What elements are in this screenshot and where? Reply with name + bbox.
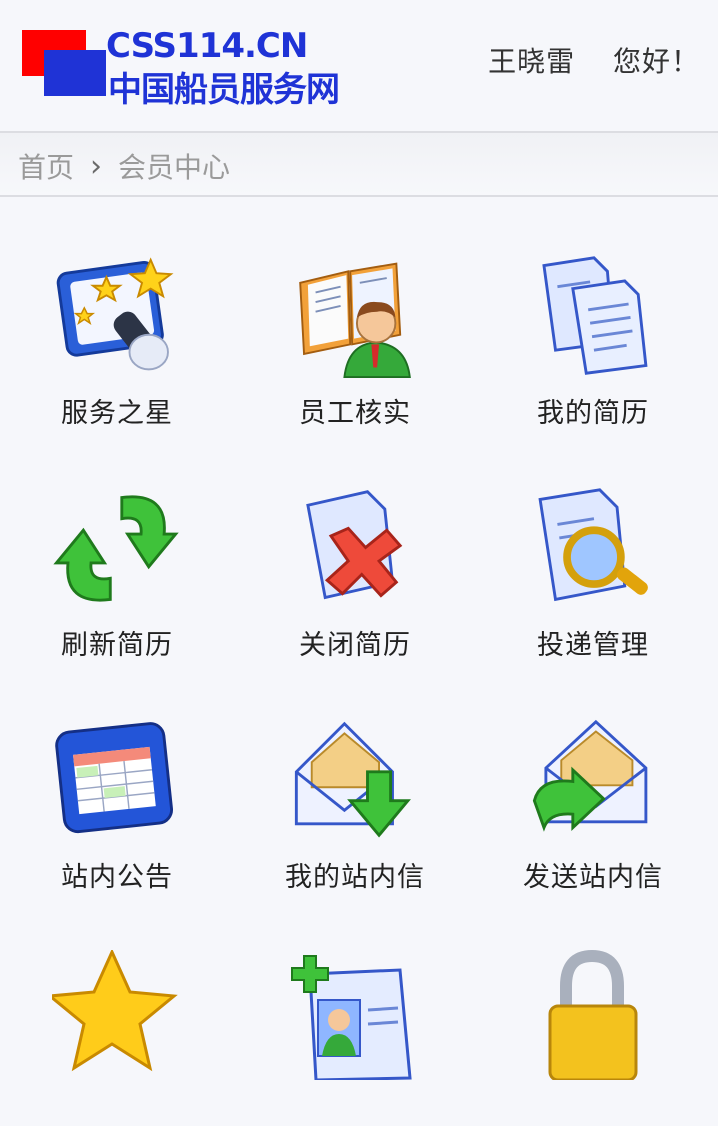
menu-item-refresh-resume[interactable]: 刷新简历 xyxy=(0,430,237,662)
breadcrumb-current: 会员中心 xyxy=(118,151,231,184)
menu-item-delivery-manage[interactable]: 投递管理 xyxy=(473,430,713,662)
menu-item-my-messages[interactable]: 我的站内信 xyxy=(235,662,475,894)
star-board-icon xyxy=(56,257,174,371)
user-name[interactable]: 王晓雷 xyxy=(488,45,575,78)
menu-item-label: 关闭简历 xyxy=(299,630,411,661)
menu-item-favorites[interactable] xyxy=(0,894,237,1126)
close-document-icon xyxy=(306,490,403,600)
lock-icon xyxy=(548,950,638,1080)
menu-item-site-notice[interactable]: 站内公告 xyxy=(0,662,237,894)
notice-table-icon xyxy=(55,722,174,834)
menu-item-label: 刷新简历 xyxy=(61,630,173,661)
menu-item-label: 服务之星 xyxy=(61,398,173,429)
breadcrumb-home[interactable]: 首页 xyxy=(18,146,74,186)
logo-english-text: CSS114.CN xyxy=(106,26,308,66)
refresh-arrows-icon xyxy=(53,495,179,602)
mail-send-icon xyxy=(532,719,648,832)
menu-item-label: 投递管理 xyxy=(537,630,649,661)
menu-item-security[interactable] xyxy=(473,894,713,1126)
menu-item-my-resume[interactable]: 我的简历 xyxy=(473,198,713,430)
menu-item-employee-verify[interactable]: 员工核实 xyxy=(235,198,475,430)
menu-item-close-resume[interactable]: 关闭简历 xyxy=(235,430,475,662)
breadcrumb-bar: 首页 › 会员中心 xyxy=(0,131,718,197)
breadcrumb: 首页 › 会员中心 xyxy=(18,146,230,186)
menu-item-add-contact[interactable] xyxy=(235,894,475,1126)
logo-chinese-text: 中国船员服务网 xyxy=(108,70,340,110)
chevron-right-icon: › xyxy=(90,148,103,184)
menu-item-label: 员工核实 xyxy=(299,398,411,429)
search-document-icon xyxy=(538,488,648,602)
add-contact-icon xyxy=(291,955,412,1080)
menu-item-service-star[interactable]: 服务之星 xyxy=(0,198,237,430)
star-icon xyxy=(52,950,178,1072)
menu-item-label: 站内公告 xyxy=(61,862,173,893)
user-greeting: 王晓雷 您好！ xyxy=(488,40,700,80)
logo-blue-block xyxy=(44,50,106,96)
mail-download-icon xyxy=(294,721,411,838)
menu-item-label: 发送站内信 xyxy=(523,862,663,893)
documents-icon xyxy=(542,256,648,375)
site-logo[interactable]: CSS114.CN 中国船员服务网 xyxy=(20,26,390,110)
greeting-text: 您好！ xyxy=(612,45,700,78)
menu-item-label: 我的站内信 xyxy=(285,862,425,893)
menu-item-send-message[interactable]: 发送站内信 xyxy=(473,662,713,894)
menu-item-label: 我的简历 xyxy=(537,398,649,429)
header: CSS114.CN 中国船员服务网 王晓雷 您好！ xyxy=(0,0,718,131)
book-person-icon xyxy=(299,262,411,379)
